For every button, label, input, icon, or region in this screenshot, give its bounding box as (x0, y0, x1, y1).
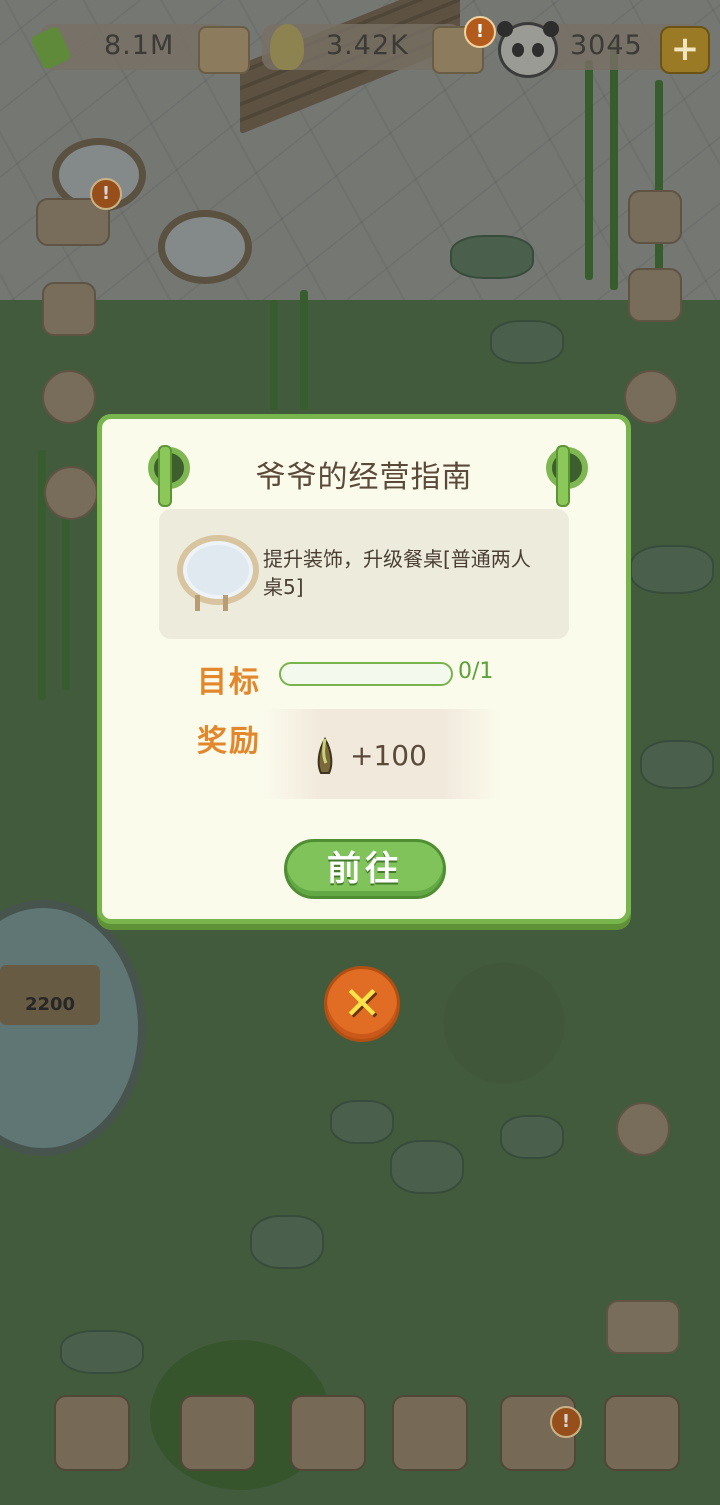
reward-box: +100 (262, 709, 502, 799)
bamboo-shoot-icon (270, 24, 304, 70)
alert-badge: ! (464, 16, 496, 48)
panda-ear (543, 21, 559, 37)
panda-eye (512, 43, 524, 57)
bamboo-shoot-icon (317, 737, 333, 774)
task-card: 提升装饰，升级餐桌[普通两人桌5] (159, 509, 569, 639)
close-dialog-button[interactable]: ✕ (324, 966, 400, 1042)
bamboo-shop-icon[interactable] (198, 26, 250, 74)
task-description: 提升装饰，升级餐桌[普通两人桌5] (263, 547, 531, 599)
reward-label: 奖励 (197, 724, 261, 759)
close-icon: ✕ (342, 976, 382, 1030)
shoots-count: 3.42K (326, 30, 409, 61)
goal-progress-bar (279, 662, 453, 686)
reward-amount: +100 (350, 739, 427, 772)
guide-dialog: 爷爷的经营指南 提升装饰，升级餐桌[普通两人桌5] 目标 0/1 奖励 +100… (97, 414, 631, 924)
plus-icon: + (670, 29, 700, 69)
go-button[interactable]: 前往 (284, 839, 446, 899)
goal-progress-text: 0/1 (458, 659, 494, 684)
table-leg (195, 595, 200, 611)
bamboo-count: 8.1M (104, 30, 175, 61)
dialog-title: 爷爷的经营指南 (255, 460, 473, 495)
alert-badge-text: ! (475, 21, 485, 42)
resource-bar: 8.1M 3.42K ! 3045 + (0, 0, 720, 90)
panda-count: 3045 (570, 30, 643, 61)
panda-icon (497, 21, 559, 78)
add-currency-button[interactable]: + (660, 26, 710, 74)
goal-label: 目标 (197, 665, 261, 700)
table-leg (223, 595, 228, 611)
panda-eye (532, 43, 544, 57)
dining-table-icon (177, 535, 259, 605)
panda-ear (497, 21, 513, 37)
